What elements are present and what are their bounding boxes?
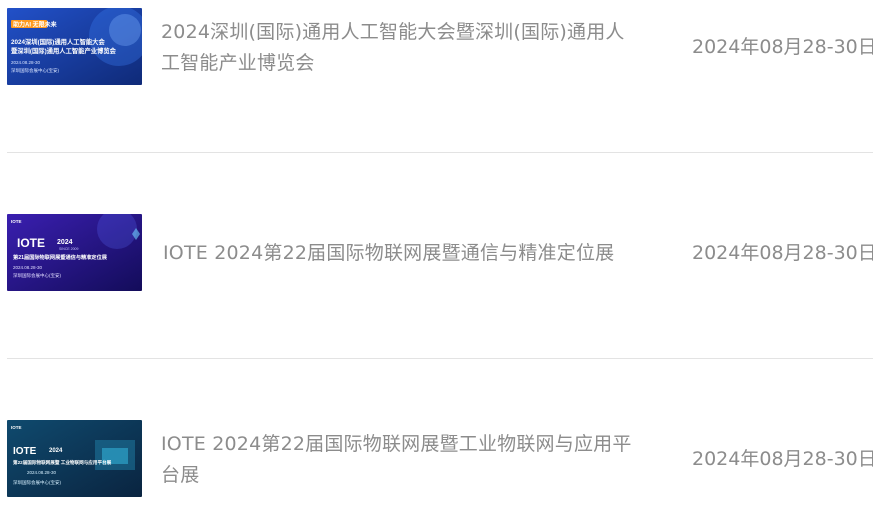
event-thumbnail[interactable]: IOTE IOTE 2024 SINCE 2009 第21届国际物联网展暨通信与… [7, 214, 142, 291]
poster-date: 2024.08.28-30 [27, 470, 57, 475]
poster-since: SINCE 2009 [59, 247, 79, 251]
event-poster-image: IOTE IOTE 2024 SINCE 2009 第21届国际物联网展暨通信与… [7, 214, 142, 291]
poster-brand-large: IOTE [13, 446, 37, 457]
poster-brand: IOTE [11, 425, 22, 430]
poster-venue: 深圳国际会展中心(宝安) [13, 479, 61, 486]
event-date: 2024年08月28-30日 [692, 36, 873, 58]
poster-line2: 暨深圳(国际)通用人工智能产业博览会 [11, 46, 117, 55]
poster-tag: 助力AI 无限未来 [13, 21, 58, 29]
poster-date: 2024.08.28-30 [13, 265, 43, 270]
poster-venue: 深圳国际会展中心(宝安) [13, 272, 61, 279]
event-poster-image: 助力AI 无限未来 2024深圳(国际)通用人工智能大会 暨深圳(国际)通用人工… [7, 8, 142, 85]
event-date: 2024年08月28-30日 [692, 242, 873, 264]
poster-year: 2024 [49, 448, 63, 454]
event-title[interactable]: IOTE 2024第22届国际物联网展暨工业物联网与应用平台展 [161, 429, 636, 491]
poster-date: 2024.08.28-30 [11, 60, 41, 65]
event-title[interactable]: IOTE 2024第22届国际物联网展暨通信与精准定位展 [163, 238, 638, 269]
poster-brand-large: IOTE [17, 236, 45, 250]
event-poster-image: IOTE IOTE 2024 第22届国际物联网展暨 工业物联网与应用平台展 2… [7, 420, 142, 497]
poster-line1: 第22届国际物联网展暨 工业物联网与应用平台展 [13, 459, 112, 466]
poster-venue: 深圳国际会展中心(宝安) [11, 67, 59, 74]
event-thumbnail[interactable]: IOTE IOTE 2024 第22届国际物联网展暨 工业物联网与应用平台展 2… [7, 420, 142, 497]
poster-line1: 第21届国际物联网展暨通信与精准定位展 [13, 253, 108, 261]
divider [7, 152, 873, 153]
poster-brand: IOTE [11, 219, 22, 224]
poster-year: 2024 [57, 239, 73, 246]
poster-line1: 2024深圳(国际)通用人工智能大会 [11, 37, 105, 46]
event-thumbnail[interactable]: 助力AI 无限未来 2024深圳(国际)通用人工智能大会 暨深圳(国际)通用人工… [7, 8, 142, 85]
event-date: 2024年08月28-30日 [692, 448, 873, 470]
divider [7, 358, 873, 359]
event-title[interactable]: 2024深圳(国际)通用人工智能大会暨深圳(国际)通用人工智能产业博览会 [161, 17, 636, 79]
